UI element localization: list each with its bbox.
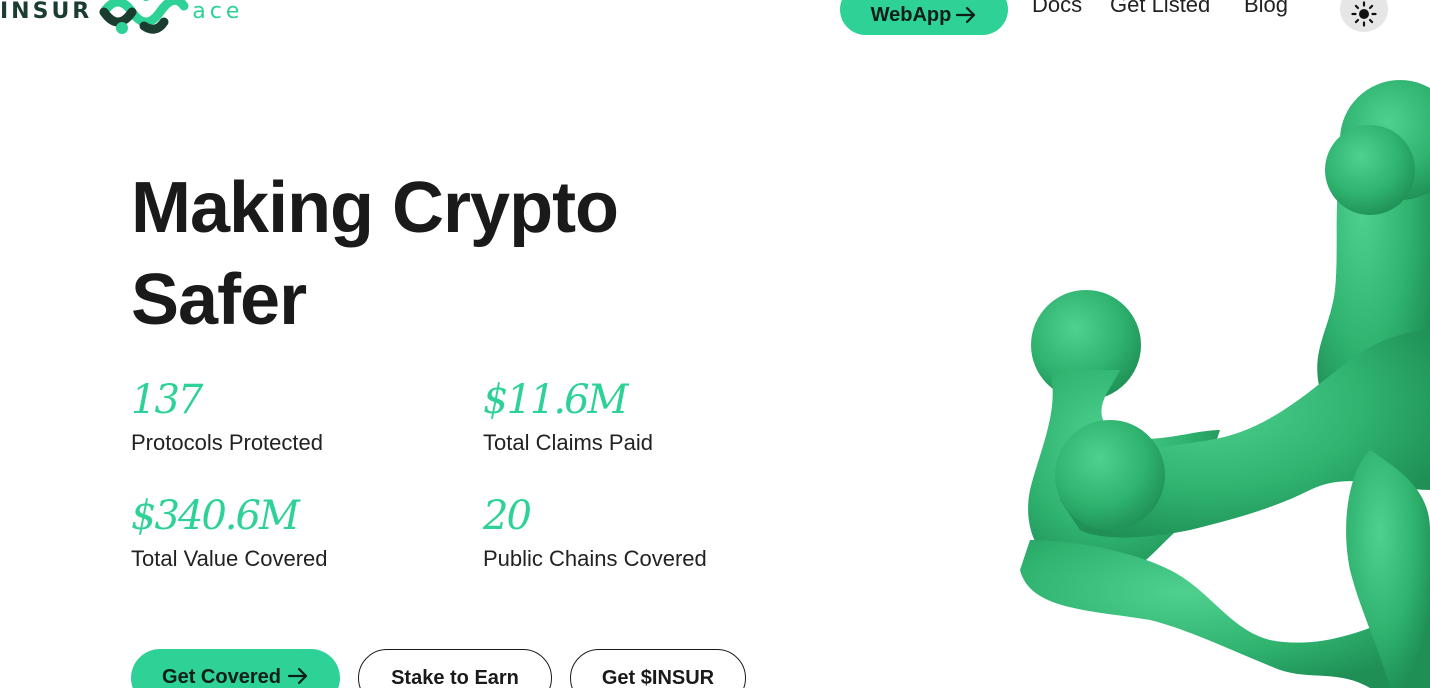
stat-value: 137 [131, 377, 203, 423]
get-covered-label: Get Covered [162, 666, 281, 688]
stat-label: Total Value Covered [131, 546, 328, 571]
get-insur-label: Get $INSUR [601, 667, 715, 688]
nav-blog[interactable]: Blog [1244, 0, 1288, 18]
sun-icon [1351, 1, 1377, 27]
logo[interactable]: INSUR ace [0, 0, 243, 36]
get-covered-button[interactable]: Get Covered [131, 649, 340, 688]
stake-to-earn-button[interactable]: Stake to Earn [358, 649, 552, 688]
hero-title: Making Crypto Safer [131, 162, 751, 346]
hero-title-line2: Safer [131, 260, 307, 340]
logo-text-left: INSUR [0, 0, 93, 24]
webapp-button-label: WebApp [870, 3, 952, 26]
stat-label: Protocols Protected [131, 430, 323, 455]
arrow-right-icon [956, 6, 976, 24]
logo-mark-icon [99, 0, 189, 34]
page: INSUR ace WebApp Docs Get Listed Blog Ma… [0, 0, 1430, 688]
stat-label: Total Claims Paid [483, 430, 653, 455]
stat-value: $340.6M [131, 493, 300, 539]
stake-to-earn-label: Stake to Earn [391, 667, 519, 688]
stat-protocols-protected: 137 Protocols Protected [131, 376, 451, 456]
stat-total-value-covered: $340.6M Total Value Covered [131, 492, 451, 572]
nav-docs[interactable]: Docs [1032, 0, 1082, 18]
theme-toggle-button[interactable] [1340, 0, 1388, 32]
stat-value: 20 [483, 493, 532, 539]
stat-value: $11.6M [483, 377, 628, 423]
logo-text-right: ace [192, 0, 244, 24]
hero-title-line1: Making Crypto [131, 168, 619, 248]
get-insur-button[interactable]: Get $INSUR [570, 649, 746, 688]
stat-label: Public Chains Covered [483, 546, 707, 571]
stat-total-claims-paid: $11.6M Total Claims Paid [483, 376, 803, 456]
stat-public-chains-covered: 20 Public Chains Covered [483, 492, 803, 572]
nav-get-listed[interactable]: Get Listed [1110, 0, 1210, 18]
webapp-button[interactable]: WebApp [840, 0, 1008, 35]
green-molecule-illustration [1020, 80, 1430, 688]
arrow-right-icon [287, 667, 308, 685]
